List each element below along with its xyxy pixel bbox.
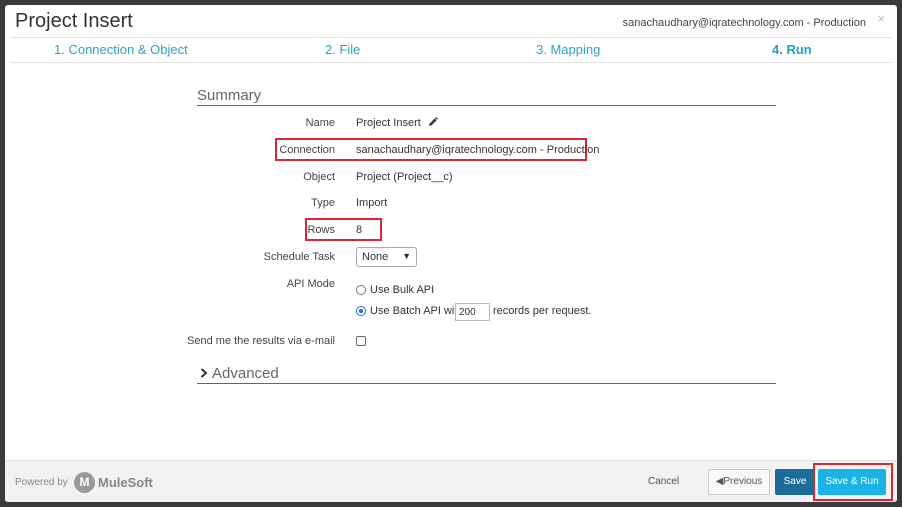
- type-label: Type: [311, 197, 335, 209]
- previous-label: Previous: [723, 476, 763, 487]
- pencil-icon[interactable]: [428, 117, 438, 127]
- previous-button[interactable]: ◀Previous: [708, 469, 770, 495]
- email-results-label: Send me the results via e-mail: [187, 335, 335, 347]
- advanced-heading: Advanced: [212, 365, 279, 382]
- connection-value: sanachaudhary@iqratechnology.com - Produ…: [356, 144, 600, 156]
- schedule-task-value: None: [362, 251, 389, 263]
- step-connection-object[interactable]: 1. Connection & Object: [54, 42, 188, 57]
- api-mode-label: API Mode: [286, 278, 335, 290]
- project-insert-dialog: Project Insert sanachaudhary@iqratechnol…: [5, 5, 897, 502]
- schedule-task-select[interactable]: None ▼: [356, 247, 417, 267]
- name-text: Project Insert: [356, 117, 421, 129]
- chevron-right-icon: [200, 368, 208, 378]
- powered-by-label: Powered by: [15, 477, 68, 488]
- step-file[interactable]: 2. File: [325, 42, 360, 57]
- dialog-title: Project Insert: [15, 10, 133, 32]
- step-run[interactable]: 4. Run: [772, 42, 812, 57]
- save-run-button[interactable]: Save & Run: [818, 469, 886, 495]
- account-label: sanachaudhary@iqratechnology.com - Produ…: [622, 17, 866, 29]
- batch-size-input[interactable]: [455, 303, 490, 321]
- batch-api-radio[interactable]: [356, 306, 366, 316]
- schedule-task-label: Schedule Task: [263, 251, 335, 263]
- email-results-checkbox[interactable]: [356, 336, 366, 346]
- mulesoft-logo-icon: M: [74, 472, 95, 493]
- mulesoft-brand: MuleSoft: [98, 475, 153, 490]
- advanced-toggle[interactable]: Advanced: [197, 365, 776, 384]
- object-label: Object: [303, 171, 335, 183]
- connection-label: Connection: [279, 144, 335, 156]
- batch-api-label: Use Batch API with: [370, 305, 464, 317]
- wizard-steps: 1. Connection & Object 2. File 3. Mappin…: [10, 37, 892, 63]
- rows-label: Rows: [307, 224, 335, 236]
- bulk-api-radio[interactable]: [356, 285, 366, 295]
- bulk-api-label: Use Bulk API: [370, 284, 435, 296]
- save-button[interactable]: Save: [775, 469, 815, 495]
- name-value: Project Insert: [356, 117, 438, 129]
- dialog-header: Project Insert sanachaudhary@iqratechnol…: [5, 5, 897, 39]
- summary-heading: Summary: [197, 87, 776, 106]
- batch-suffix-label: records per request.: [493, 305, 592, 317]
- rows-value: 8: [356, 224, 363, 236]
- type-value: Import: [356, 197, 388, 209]
- cancel-button[interactable]: Cancel: [648, 476, 679, 487]
- dialog-footer: Powered by M MuleSoft Cancel ◀Previous S…: [5, 460, 897, 502]
- object-value: Project (Project__c): [356, 171, 453, 183]
- close-icon[interactable]: ×: [877, 11, 885, 26]
- step-mapping[interactable]: 3. Mapping: [536, 42, 600, 57]
- name-label: Name: [305, 117, 335, 129]
- chevron-down-icon: ▼: [402, 251, 411, 261]
